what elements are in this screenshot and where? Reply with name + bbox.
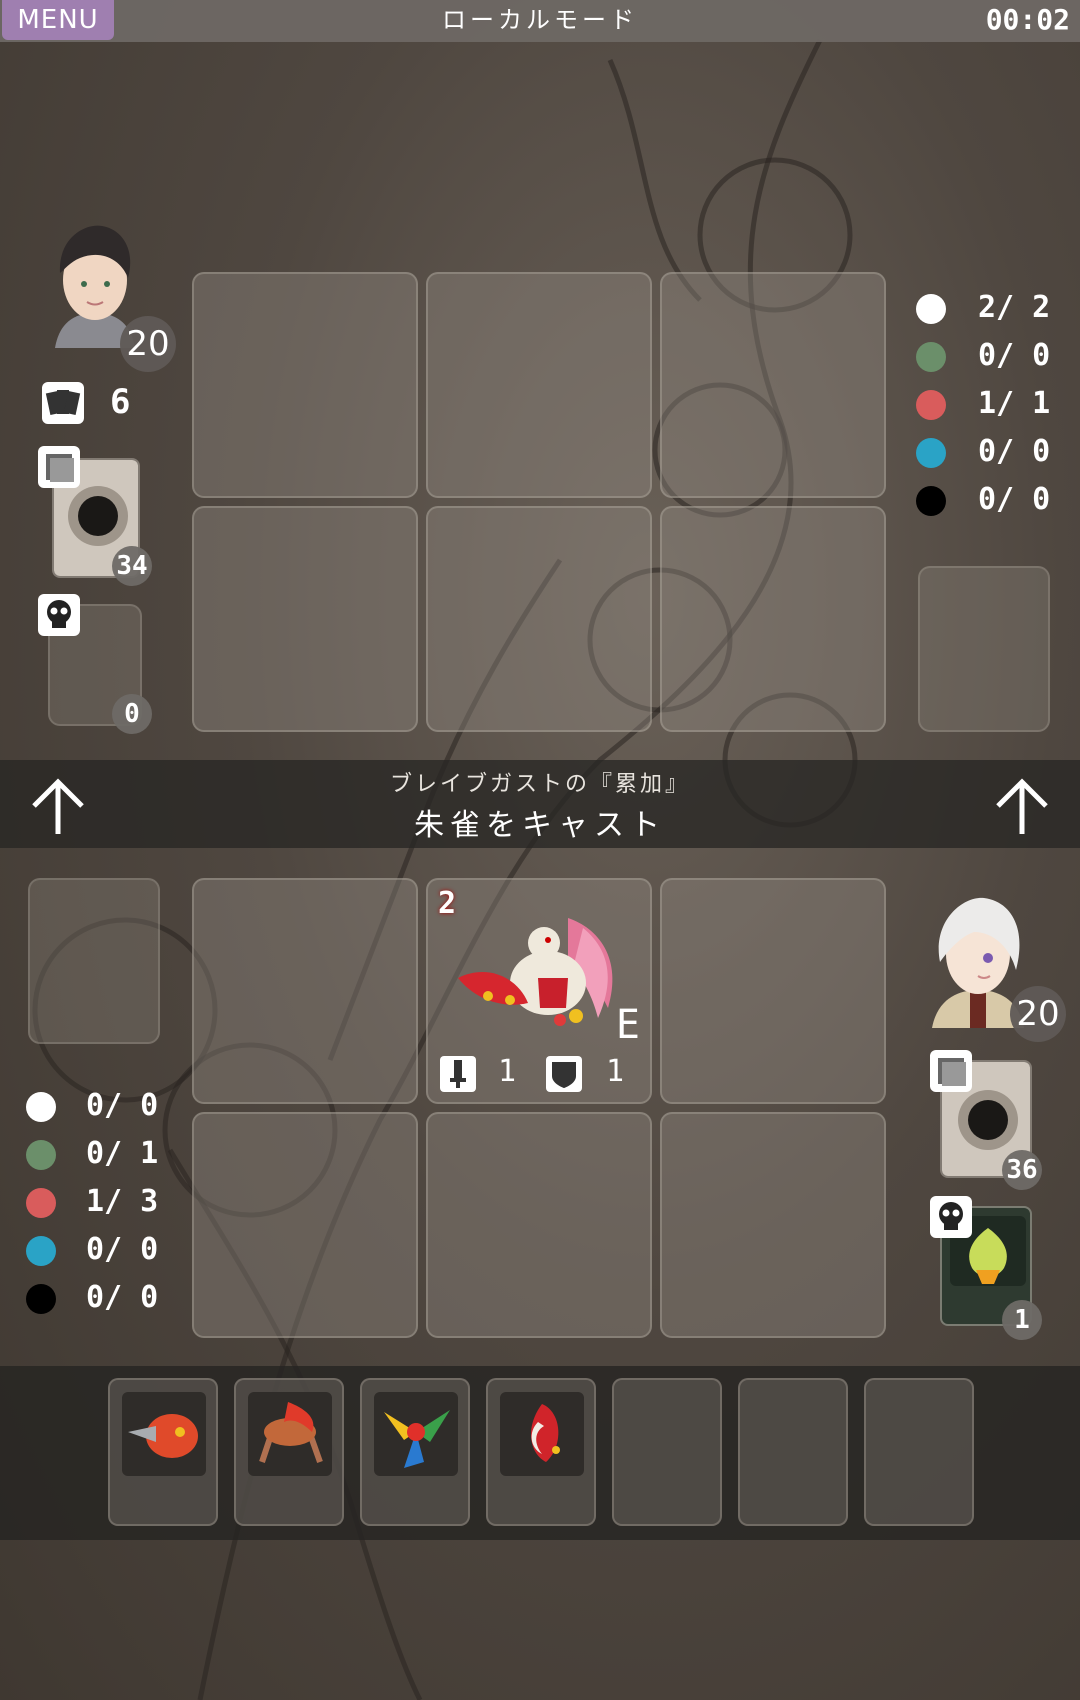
arrow-up-icon[interactable] [992, 776, 1052, 836]
mana-value: 0/ 1 [86, 1136, 159, 1171]
hand-card[interactable] [360, 1378, 470, 1526]
opponent-slot-3[interactable] [660, 272, 886, 498]
hand-slot-empty[interactable] [864, 1378, 974, 1526]
mana-green-dot [26, 1140, 56, 1170]
opponent-slot-5[interactable] [426, 506, 652, 732]
mana-black-dot [26, 1284, 56, 1314]
mana-value: 0/ 0 [978, 338, 1051, 373]
hand-bar [0, 1366, 1080, 1540]
sword-icon [440, 1056, 476, 1092]
mana-value: 0/ 0 [978, 482, 1051, 517]
hand-card-art [374, 1392, 458, 1476]
skull-icon [930, 1196, 972, 1238]
mode-title: ローカルモード [442, 6, 638, 34]
mana-value: 2/ 2 [978, 290, 1051, 325]
hand-card-art [122, 1392, 206, 1476]
player-deck-count: 36 [1002, 1150, 1042, 1190]
opponent-deck-count: 34 [112, 546, 152, 586]
player-slot-2[interactable]: 2 E 1 1 [426, 878, 652, 1104]
player-extra-slot[interactable] [28, 878, 160, 1044]
player-slot-5[interactable] [426, 1112, 652, 1338]
mana-red-dot [26, 1188, 56, 1218]
opponent-slot-1[interactable] [192, 272, 418, 498]
player-slot-4[interactable] [192, 1112, 418, 1338]
top-bar: MENU ローカルモード 00:02 [0, 0, 1080, 42]
mana-green-dot [916, 342, 946, 372]
hand-card-art [500, 1392, 584, 1476]
opponent-extra-slot[interactable] [918, 566, 1050, 732]
message-title: 朱雀をキャスト [414, 808, 666, 843]
hand-card-art [248, 1392, 332, 1476]
card-defense: 1 [606, 1054, 625, 1089]
field-creature-card[interactable]: 2 E 1 1 [428, 880, 650, 1102]
mana-value: 0/ 0 [978, 434, 1051, 469]
opponent-slot-2[interactable] [426, 272, 652, 498]
player-grave-count: 1 [1002, 1300, 1042, 1340]
hand-card[interactable] [108, 1378, 218, 1526]
mana-blue-dot [916, 438, 946, 468]
skull-icon [38, 594, 80, 636]
hand-card[interactable] [486, 1378, 596, 1526]
mana-white-dot [916, 294, 946, 324]
opponent-life: 20 [120, 316, 176, 372]
mana-value: 0/ 0 [86, 1088, 159, 1123]
menu-button[interactable]: MENU [2, 0, 114, 40]
mana-blue-dot [26, 1236, 56, 1266]
hand-card[interactable] [234, 1378, 344, 1526]
player-slot-3[interactable] [660, 878, 886, 1104]
hand-cards-icon [42, 382, 84, 424]
mana-red-dot [916, 390, 946, 420]
game-timer: 00:02 [985, 3, 1070, 36]
hand-slot-empty[interactable] [612, 1378, 722, 1526]
hand-slot-empty[interactable] [738, 1378, 848, 1526]
mana-value: 1/ 1 [978, 386, 1051, 421]
mana-value: 0/ 0 [86, 1232, 159, 1267]
card-attack: 1 [498, 1054, 517, 1089]
player-life: 20 [1010, 986, 1066, 1042]
mana-white-dot [26, 1092, 56, 1122]
shield-icon [546, 1056, 582, 1092]
opponent-hand-count: 6 [110, 382, 131, 422]
player-slot-6[interactable] [660, 1112, 886, 1338]
card-type-letter: E [615, 1002, 640, 1048]
message-subtitle: ブレイブガストの『累加』 [389, 772, 690, 797]
deck-icon [38, 446, 80, 488]
mana-value: 0/ 0 [86, 1280, 159, 1315]
message-band: ブレイブガストの『累加』 朱雀をキャスト [0, 760, 1080, 848]
opponent-slot-6[interactable] [660, 506, 886, 732]
mana-value: 1/ 3 [86, 1184, 159, 1219]
player-slot-1[interactable] [192, 878, 418, 1104]
mana-black-dot [916, 486, 946, 516]
opponent-grave-count: 0 [112, 694, 152, 734]
deck-icon [930, 1050, 972, 1092]
suzaku-creature-art [458, 918, 613, 1026]
opponent-slot-4[interactable] [192, 506, 418, 732]
